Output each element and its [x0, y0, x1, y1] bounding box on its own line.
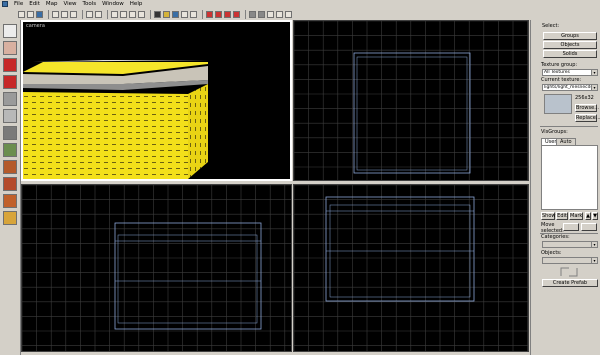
open-file-icon[interactable]	[27, 11, 34, 18]
arrow-down-icon[interactable]: ▼	[592, 212, 598, 220]
toolbar-separator	[107, 10, 108, 19]
replace-button[interactable]: Replace...	[575, 114, 600, 122]
camera-viewport[interactable]: camera	[21, 20, 292, 181]
smoothing-icon[interactable]	[285, 11, 292, 18]
menu-help[interactable]: Help	[127, 0, 146, 8]
hide-selected-icon[interactable]	[224, 11, 231, 18]
arrow-up-icon[interactable]: ▲	[585, 212, 591, 220]
group-icon[interactable]	[181, 11, 188, 18]
front-2d-viewport[interactable]	[21, 184, 292, 352]
vertex-tool-icon[interactable]	[3, 194, 17, 208]
move-to-visgroup-button	[563, 223, 579, 231]
visgroup-edit-button[interactable]: Edit	[556, 212, 568, 220]
toolbar	[18, 9, 538, 20]
viewport-vscroll[interactable]	[530, 20, 537, 355]
redo-icon[interactable]	[95, 11, 102, 18]
categories-select[interactable]: ▾	[542, 241, 598, 248]
current-texture-label: Current texture:	[541, 77, 582, 83]
camera-tool-icon[interactable]	[3, 58, 17, 72]
paste-icon[interactable]	[70, 11, 77, 18]
select-label: Select:	[542, 23, 560, 29]
save-icon[interactable]	[36, 11, 43, 18]
texture-lock-icon[interactable]	[154, 11, 161, 18]
chevron-down-icon: ▾	[591, 85, 597, 90]
compile-icon[interactable]	[249, 11, 256, 18]
grid-toggle-icon[interactable]	[111, 11, 118, 18]
texture-preview	[544, 94, 572, 114]
prefab-preview-icon	[560, 267, 578, 277]
select-groups-button[interactable]: Groups	[543, 32, 597, 40]
undo-icon[interactable]	[86, 11, 93, 18]
tools-toolbox	[0, 20, 21, 355]
texture-tool-icon[interactable]	[3, 109, 17, 123]
side-2d-viewport[interactable]	[293, 184, 529, 352]
carve-icon[interactable]	[172, 11, 179, 18]
camera-3d-block	[23, 60, 208, 179]
texture-size: 256x32	[575, 95, 594, 101]
grid-view-front	[22, 185, 291, 351]
overlay-tool-icon[interactable]	[3, 160, 17, 174]
new-visgroup-button	[581, 223, 597, 231]
menu-tools[interactable]: Tools	[80, 0, 100, 8]
map-info-icon[interactable]	[276, 11, 283, 18]
decal-tool-icon[interactable]	[3, 143, 17, 157]
panel-divider	[540, 126, 598, 127]
texture-group-value: All Textures	[544, 70, 570, 75]
selection-tool-icon[interactable]	[3, 24, 17, 38]
app-icon[interactable]	[2, 1, 8, 7]
objects-label: Objects:	[541, 250, 562, 256]
run-map-icon[interactable]	[258, 11, 265, 18]
visgroup-show-button[interactable]: Show	[541, 212, 556, 220]
menu-map[interactable]: Map	[43, 0, 61, 8]
toolbar-separator	[245, 10, 246, 19]
texture-group-label: Texture group:	[541, 62, 578, 68]
toolbar-separator	[48, 10, 49, 19]
create-prefab-button[interactable]: Create Prefab	[542, 279, 598, 287]
chevron-down-icon: ▾	[591, 242, 597, 247]
visgroup-mark-button[interactable]: Mark	[569, 212, 583, 220]
menu-window[interactable]: Window	[99, 0, 127, 8]
grid-smaller-icon[interactable]	[129, 11, 136, 18]
grid-view-side	[294, 185, 528, 351]
block-tool-icon[interactable]	[3, 92, 17, 106]
apply-texture-icon[interactable]	[3, 126, 17, 140]
grid-3d-icon[interactable]	[120, 11, 127, 18]
select-solids-button[interactable]: Solids	[543, 50, 597, 58]
menu-bar: File Edit Map View Tools Window Help	[0, 0, 600, 8]
path-tool-icon[interactable]	[3, 211, 17, 225]
grid-view-top	[294, 21, 528, 180]
tie-to-entity-icon[interactable]	[206, 11, 213, 18]
top-2d-viewport[interactable]	[293, 20, 529, 181]
check-problems-icon[interactable]	[267, 11, 274, 18]
toolbar-separator	[150, 10, 151, 19]
chevron-down-icon: ▾	[591, 258, 597, 263]
visgroups-label: VisGroups:	[541, 129, 568, 135]
clipping-tool-icon[interactable]	[3, 177, 17, 191]
visgroups-list[interactable]	[541, 145, 598, 210]
entity-tool-icon[interactable]	[3, 75, 17, 89]
browse-button[interactable]: Browse...	[575, 104, 599, 112]
menu-edit[interactable]: Edit	[26, 0, 43, 8]
categories-label: Categories:	[541, 234, 570, 240]
chevron-down-icon: ▾	[591, 70, 597, 75]
toolbar-separator	[82, 10, 83, 19]
menu-view[interactable]: View	[60, 0, 79, 8]
grid-larger-icon[interactable]	[138, 11, 145, 18]
new-file-icon[interactable]	[18, 11, 25, 18]
select-objects-button[interactable]: Objects	[543, 41, 597, 49]
texture-scale-lock-icon[interactable]	[163, 11, 170, 18]
current-texture-value: lights/light_mesnecdox	[544, 85, 596, 90]
hide-unselected-icon[interactable]	[233, 11, 240, 18]
menu-file[interactable]: File	[11, 0, 26, 8]
toolbar-separator	[202, 10, 203, 19]
cut-icon[interactable]	[52, 11, 59, 18]
move-to-world-icon[interactable]	[215, 11, 222, 18]
current-texture-select[interactable]: lights/light_mesnecdox ▾	[542, 84, 598, 91]
objects-select[interactable]: ▾	[542, 257, 598, 264]
magnify-tool-icon[interactable]	[3, 41, 17, 55]
ungroup-icon[interactable]	[190, 11, 197, 18]
copy-icon[interactable]	[61, 11, 68, 18]
texture-group-select[interactable]: All Textures ▾	[542, 69, 598, 76]
